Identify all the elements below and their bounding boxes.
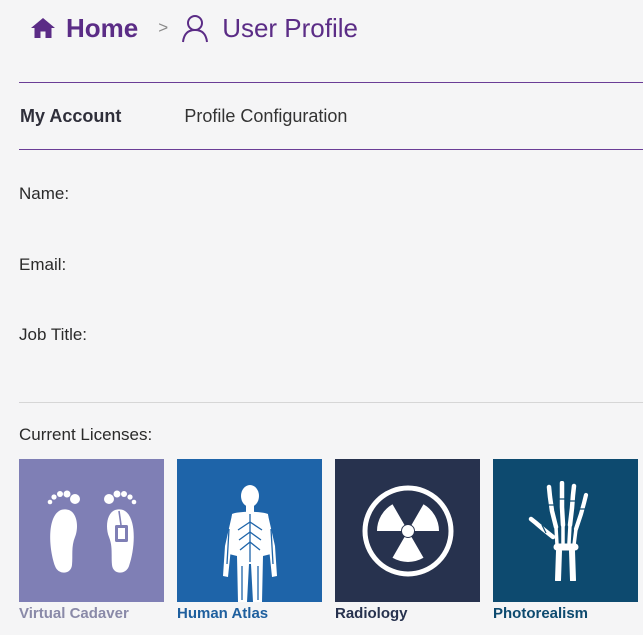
- user-icon: [182, 15, 209, 43]
- virtual-cadaver-label[interactable]: Virtual Cadaver: [19, 605, 164, 622]
- license-human-atlas[interactable]: Human Atlas: [177, 459, 322, 622]
- tab-profile-configuration[interactable]: Profile Configuration: [184, 106, 347, 127]
- photorealism-tile[interactable]: [493, 459, 638, 602]
- name-label: Name:: [19, 184, 70, 203]
- photorealism-label[interactable]: Photorealism: [493, 605, 638, 622]
- breadcrumb: Home > User Profile: [30, 8, 358, 48]
- license-virtual-cadaver[interactable]: Virtual Cadaver: [19, 459, 164, 622]
- license-photorealism[interactable]: Photorealism: [493, 459, 638, 622]
- human-atlas-label[interactable]: Human Atlas: [177, 605, 322, 622]
- radiology-tile[interactable]: [335, 459, 480, 602]
- tab-my-account[interactable]: My Account: [20, 106, 121, 127]
- section-divider: [19, 402, 643, 403]
- human-atlas-tile[interactable]: [177, 459, 322, 602]
- licenses-heading: Current Licenses:: [19, 425, 153, 444]
- email-label: Email:: [19, 255, 67, 274]
- hand-xray-icon: [528, 480, 588, 581]
- virtual-cadaver-tile[interactable]: [19, 459, 164, 602]
- header-divider: [19, 82, 643, 83]
- license-radiology[interactable]: Radiology: [335, 459, 480, 622]
- page-title: User Profile: [222, 12, 359, 43]
- tabs-divider: [19, 149, 643, 150]
- feet-icon: [47, 490, 136, 573]
- home-link[interactable]: Home: [66, 13, 138, 44]
- radiation-icon: [362, 485, 453, 576]
- home-icon[interactable]: [30, 17, 56, 39]
- job-title-label: Job Title:: [19, 325, 88, 344]
- human-body-icon: [222, 485, 277, 602]
- radiology-label[interactable]: Radiology: [335, 605, 480, 622]
- tab-bar: My Account Profile Configuration: [20, 106, 347, 127]
- breadcrumb-separator: >: [158, 18, 169, 37]
- license-tiles: Virtual Cadaver Human Atlas Radiology Ph…: [19, 459, 638, 622]
